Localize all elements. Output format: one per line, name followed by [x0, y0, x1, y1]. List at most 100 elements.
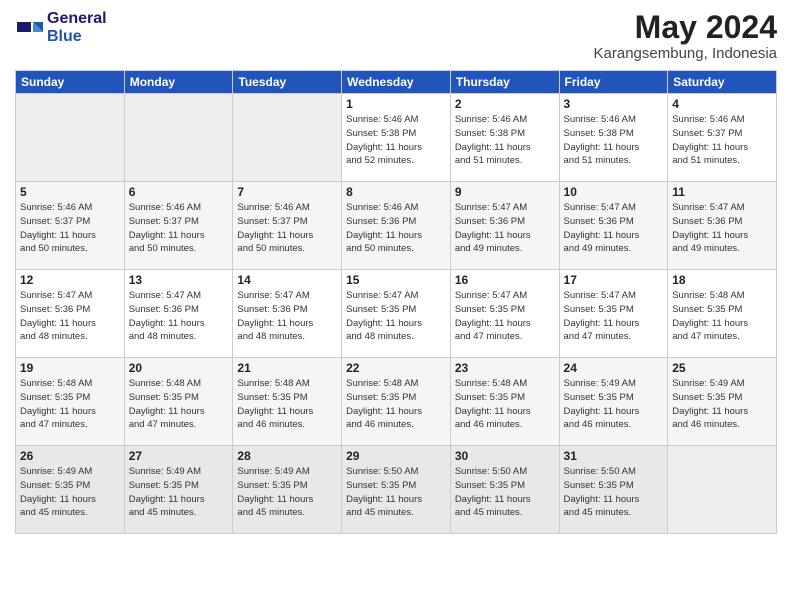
day-number: 10	[564, 185, 664, 199]
calendar-cell: 22 Sunrise: 5:48 AM Sunset: 5:35 PM Dayli…	[342, 358, 451, 446]
day-number: 1	[346, 97, 446, 111]
day-info: Sunrise: 5:47 AM Sunset: 5:36 PM Dayligh…	[564, 201, 664, 256]
weekday-header-monday: Monday	[124, 71, 233, 94]
day-number: 5	[20, 185, 120, 199]
day-info: Sunrise: 5:47 AM Sunset: 5:36 PM Dayligh…	[129, 289, 229, 344]
weekday-header-saturday: Saturday	[668, 71, 777, 94]
logo: General Blue	[15, 10, 107, 46]
calendar-cell: 24 Sunrise: 5:49 AM Sunset: 5:35 PM Dayli…	[559, 358, 668, 446]
day-number: 28	[237, 449, 337, 463]
day-info: Sunrise: 5:46 AM Sunset: 5:38 PM Dayligh…	[455, 113, 555, 168]
day-number: 17	[564, 273, 664, 287]
day-number: 20	[129, 361, 229, 375]
calendar-cell	[124, 94, 233, 182]
logo-text: General Blue	[47, 10, 107, 46]
week-row-1: 1 Sunrise: 5:46 AM Sunset: 5:38 PM Daylig…	[16, 94, 777, 182]
calendar-cell: 31 Sunrise: 5:50 AM Sunset: 5:35 PM Dayli…	[559, 446, 668, 534]
day-number: 24	[564, 361, 664, 375]
day-number: 16	[455, 273, 555, 287]
day-number: 29	[346, 449, 446, 463]
day-info: Sunrise: 5:49 AM Sunset: 5:35 PM Dayligh…	[129, 465, 229, 520]
week-row-5: 26 Sunrise: 5:49 AM Sunset: 5:35 PM Dayli…	[16, 446, 777, 534]
day-info: Sunrise: 5:46 AM Sunset: 5:37 PM Dayligh…	[237, 201, 337, 256]
calendar-cell: 2 Sunrise: 5:46 AM Sunset: 5:38 PM Daylig…	[450, 94, 559, 182]
day-info: Sunrise: 5:47 AM Sunset: 5:36 PM Dayligh…	[672, 201, 772, 256]
day-number: 27	[129, 449, 229, 463]
day-number: 9	[455, 185, 555, 199]
day-number: 21	[237, 361, 337, 375]
day-info: Sunrise: 5:47 AM Sunset: 5:35 PM Dayligh…	[455, 289, 555, 344]
day-info: Sunrise: 5:48 AM Sunset: 5:35 PM Dayligh…	[237, 377, 337, 432]
calendar-cell: 14 Sunrise: 5:47 AM Sunset: 5:36 PM Dayli…	[233, 270, 342, 358]
calendar-cell: 11 Sunrise: 5:47 AM Sunset: 5:36 PM Dayli…	[668, 182, 777, 270]
calendar-cell: 21 Sunrise: 5:48 AM Sunset: 5:35 PM Dayli…	[233, 358, 342, 446]
day-info: Sunrise: 5:50 AM Sunset: 5:35 PM Dayligh…	[346, 465, 446, 520]
calendar-cell: 20Sunrise: 5:48 AM Sunset: 5:35 PM Dayli…	[124, 358, 233, 446]
weekday-header-thursday: Thursday	[450, 71, 559, 94]
day-number: 26	[20, 449, 120, 463]
week-row-2: 5 Sunrise: 5:46 AM Sunset: 5:37 PM Daylig…	[16, 182, 777, 270]
calendar-cell	[668, 446, 777, 534]
calendar-cell: 30 Sunrise: 5:50 AM Sunset: 5:35 PM Dayli…	[450, 446, 559, 534]
day-number: 2	[455, 97, 555, 111]
day-info: Sunrise: 5:48 AM Sunset: 5:35 PM Dayligh…	[346, 377, 446, 432]
day-info: Sunrise: 5:49 AM Sunset: 5:35 PM Dayligh…	[564, 377, 664, 432]
location-title: Karangsembung, Indonesia	[594, 45, 777, 62]
calendar-cell: 5Sunrise: 5:46 AM Sunset: 5:37 PM Daylig…	[16, 182, 125, 270]
day-info: Sunrise: 5:46 AM Sunset: 5:36 PM Dayligh…	[346, 201, 446, 256]
day-number: 19	[20, 361, 120, 375]
calendar-page: General Blue May 2024 Karangsembung, Ind…	[0, 0, 792, 612]
day-info: Sunrise: 5:48 AM Sunset: 5:35 PM Dayligh…	[672, 289, 772, 344]
day-number: 12	[20, 273, 120, 287]
day-info: Sunrise: 5:47 AM Sunset: 5:36 PM Dayligh…	[20, 289, 120, 344]
day-info: Sunrise: 5:46 AM Sunset: 5:37 PM Dayligh…	[129, 201, 229, 256]
calendar-cell: 23Sunrise: 5:48 AM Sunset: 5:35 PM Dayli…	[450, 358, 559, 446]
weekday-header-wednesday: Wednesday	[342, 71, 451, 94]
calendar-cell: 15 Sunrise: 5:47 AM Sunset: 5:35 PM Dayli…	[342, 270, 451, 358]
day-number: 22	[346, 361, 446, 375]
day-info: Sunrise: 5:46 AM Sunset: 5:38 PM Dayligh…	[564, 113, 664, 168]
calendar-cell: 19 Sunrise: 5:48 AM Sunset: 5:35 PM Dayli…	[16, 358, 125, 446]
calendar-cell: 9 Sunrise: 5:47 AM Sunset: 5:36 PM Daylig…	[450, 182, 559, 270]
day-number: 6	[129, 185, 229, 199]
day-info: Sunrise: 5:50 AM Sunset: 5:35 PM Dayligh…	[455, 465, 555, 520]
calendar-cell: 7 Sunrise: 5:46 AM Sunset: 5:37 PM Daylig…	[233, 182, 342, 270]
calendar-cell: 25Sunrise: 5:49 AM Sunset: 5:35 PM Dayli…	[668, 358, 777, 446]
day-number: 30	[455, 449, 555, 463]
day-info: Sunrise: 5:47 AM Sunset: 5:35 PM Dayligh…	[346, 289, 446, 344]
weekday-header-sunday: Sunday	[16, 71, 125, 94]
day-number: 11	[672, 185, 772, 199]
day-info: Sunrise: 5:48 AM Sunset: 5:35 PM Dayligh…	[20, 377, 120, 432]
header: General Blue May 2024 Karangsembung, Ind…	[15, 10, 777, 62]
month-title: May 2024	[594, 10, 777, 45]
day-info: Sunrise: 5:47 AM Sunset: 5:36 PM Dayligh…	[455, 201, 555, 256]
weekday-header-tuesday: Tuesday	[233, 71, 342, 94]
day-info: Sunrise: 5:49 AM Sunset: 5:35 PM Dayligh…	[672, 377, 772, 432]
day-number: 15	[346, 273, 446, 287]
day-info: Sunrise: 5:50 AM Sunset: 5:35 PM Dayligh…	[564, 465, 664, 520]
calendar-cell: 28Sunrise: 5:49 AM Sunset: 5:35 PM Dayli…	[233, 446, 342, 534]
day-number: 7	[237, 185, 337, 199]
calendar-cell: 10 Sunrise: 5:47 AM Sunset: 5:36 PM Dayli…	[559, 182, 668, 270]
day-number: 18	[672, 273, 772, 287]
weekday-header-friday: Friday	[559, 71, 668, 94]
day-number: 31	[564, 449, 664, 463]
day-info: Sunrise: 5:47 AM Sunset: 5:36 PM Dayligh…	[237, 289, 337, 344]
calendar-cell: 12 Sunrise: 5:47 AM Sunset: 5:36 PM Dayli…	[16, 270, 125, 358]
weekday-header-row: SundayMondayTuesdayWednesdayThursdayFrid…	[16, 71, 777, 94]
calendar-cell: 26Sunrise: 5:49 AM Sunset: 5:35 PM Dayli…	[16, 446, 125, 534]
logo-icon	[15, 18, 45, 42]
calendar-cell: 8Sunrise: 5:46 AM Sunset: 5:36 PM Daylig…	[342, 182, 451, 270]
day-info: Sunrise: 5:47 AM Sunset: 5:35 PM Dayligh…	[564, 289, 664, 344]
calendar-cell: 17 Sunrise: 5:47 AM Sunset: 5:35 PM Dayli…	[559, 270, 668, 358]
week-row-3: 12 Sunrise: 5:47 AM Sunset: 5:36 PM Dayli…	[16, 270, 777, 358]
calendar-cell: 13Sunrise: 5:47 AM Sunset: 5:36 PM Dayli…	[124, 270, 233, 358]
calendar-cell	[233, 94, 342, 182]
day-number: 3	[564, 97, 664, 111]
week-row-4: 19 Sunrise: 5:48 AM Sunset: 5:35 PM Dayli…	[16, 358, 777, 446]
calendar-cell: 1Sunrise: 5:46 AM Sunset: 5:38 PM Daylig…	[342, 94, 451, 182]
day-number: 14	[237, 273, 337, 287]
calendar-cell: 27 Sunrise: 5:49 AM Sunset: 5:35 PM Dayli…	[124, 446, 233, 534]
day-number: 4	[672, 97, 772, 111]
title-area: May 2024 Karangsembung, Indonesia	[594, 10, 777, 62]
